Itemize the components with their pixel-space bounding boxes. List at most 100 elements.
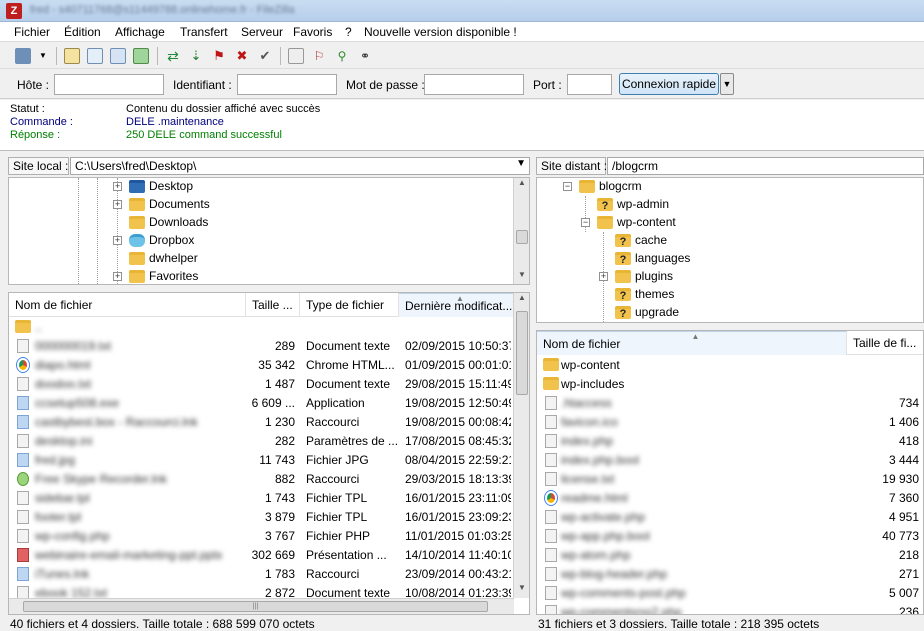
table-row[interactable]: wp-config.php 3 767 Fichier PHP 11/01/2015 … — [9, 527, 514, 546]
toggle-remote-tree-icon[interactable] — [110, 48, 126, 64]
table-row[interactable]: index.php.bool 3 444 — [537, 451, 923, 470]
table-row[interactable]: wp-commentsrss2.php 236 — [537, 603, 923, 614]
toggle-local-tree-icon[interactable] — [87, 48, 103, 64]
table-row[interactable]: wp-content — [537, 356, 923, 375]
table-row[interactable]: Free Skype Recorder.lnk 882 Raccourci 29/03… — [9, 470, 514, 489]
password-input[interactable] — [424, 74, 524, 95]
menu-fichier[interactable]: Fichier — [14, 25, 50, 39]
cancel-icon[interactable]: ⚑ — [211, 48, 227, 64]
remote-tree-item[interactable]: − wp-content — [537, 214, 923, 232]
table-row[interactable]: wp-atom.php 218 — [537, 546, 923, 565]
remote-tree-item[interactable]: ? languages — [537, 250, 923, 268]
column-header-filename[interactable]: Nom de fichier — [9, 293, 246, 317]
menu-serveur[interactable]: Serveur — [241, 25, 283, 39]
remote-tree-item[interactable]: ? wp-admin — [537, 196, 923, 214]
list-item-parent[interactable]: .. — [9, 318, 514, 337]
menu-new-version[interactable]: Nouvelle version disponible ! — [364, 25, 517, 39]
quickconnect-button[interactable]: Connexion rapide — [619, 73, 719, 95]
scroll-up-icon[interactable]: ▲ — [514, 293, 529, 307]
local-list-scrollbar[interactable]: ▲ ▼ — [513, 293, 529, 598]
expand-icon[interactable]: + — [113, 272, 122, 281]
column-header-modified[interactable]: ▲ Dernière modificat... — [399, 293, 514, 317]
scroll-down-icon[interactable]: ▼ — [514, 270, 529, 284]
column-header-size[interactable]: Taille de fi... — [847, 331, 923, 355]
local-tree-item-favorites[interactable]: + Favorites — [9, 268, 514, 284]
chevron-down-icon[interactable]: ▼ — [516, 158, 526, 169]
local-tree-item-dwhelper[interactable]: dwhelper — [9, 250, 514, 268]
scroll-up-icon[interactable]: ▲ — [514, 178, 529, 192]
collapse-icon[interactable]: − — [563, 182, 572, 191]
table-row[interactable]: sidebar.tpl 1 743 Fichier TPL 16/01/2015 23… — [9, 489, 514, 508]
column-header-size[interactable]: Taille ... — [246, 293, 300, 317]
table-row[interactable]: favicon.ico 1 406 — [537, 413, 923, 432]
directory-listing-filter-icon[interactable] — [288, 48, 304, 64]
toggle-log-icon[interactable] — [64, 48, 80, 64]
scroll-down-icon[interactable]: ▼ — [514, 583, 529, 597]
process-queue-icon[interactable]: ⇣ — [188, 48, 204, 64]
table-row[interactable]: 000000019.txt 289 Document texte 02/09/2015… — [9, 337, 514, 356]
remote-tree-item[interactable]: + plugins — [537, 268, 923, 286]
table-row[interactable]: iTunes.lnk 1 783 Raccourci 23/09/2014 00:43… — [9, 565, 514, 584]
expand-icon[interactable]: + — [113, 182, 122, 191]
remote-path-combo[interactable]: /blogcrm — [607, 157, 924, 175]
column-header-type[interactable]: Type de fichier — [300, 293, 399, 317]
expand-icon[interactable]: + — [599, 272, 608, 281]
host-input[interactable] — [54, 74, 164, 95]
scrollbar-thumb[interactable] — [516, 230, 528, 244]
menu-affichage[interactable]: Affichage — [115, 25, 165, 39]
menu-edition[interactable]: Édition — [64, 25, 101, 39]
menu-favoris[interactable]: Favoris — [293, 25, 332, 39]
port-input[interactable] — [567, 74, 612, 95]
site-manager-icon[interactable] — [15, 48, 31, 64]
toggle-queue-icon[interactable] — [133, 48, 149, 64]
table-row[interactable]: index.php 418 — [537, 432, 923, 451]
table-row[interactable]: diapo.html 35 342 Chrome HTML... 01/09/2015… — [9, 356, 514, 375]
table-row[interactable]: webinaire-email-marketing-ppt.pptx 302 66… — [9, 546, 514, 565]
menu-transfert[interactable]: Transfert — [180, 25, 228, 39]
table-row[interactable]: wp-includes — [537, 375, 923, 394]
quickconnect-dropdown-icon[interactable]: ▼ — [720, 73, 734, 95]
reconnect-icon[interactable]: ✔ — [257, 48, 273, 64]
remote-tree-item[interactable]: − blogcrm — [537, 178, 923, 196]
disconnect-icon[interactable]: ✖ — [234, 48, 250, 64]
user-input[interactable] — [237, 74, 337, 95]
remote-tree-item[interactable]: ? upgrade — [537, 304, 923, 322]
remote-tree-item[interactable]: ? themes — [537, 286, 923, 304]
table-row[interactable]: license.txt 19 930 — [537, 470, 923, 489]
table-row[interactable]: desktop.ini 282 Paramètres de ... 17/08/201… — [9, 432, 514, 451]
file-name: iTunes.lnk — [35, 567, 90, 581]
table-row[interactable]: wp-app.php.bool 40 773 — [537, 527, 923, 546]
search-files-icon[interactable]: ⚭ — [357, 48, 373, 64]
table-row[interactable]: doodoo.txt 1 487 Document texte 29/08/2015 … — [9, 375, 514, 394]
remote-tree-item[interactable]: ? cache — [537, 232, 923, 250]
table-row[interactable]: wp-activate.php 4 951 — [537, 508, 923, 527]
local-tree-item-downloads[interactable]: Downloads — [9, 214, 514, 232]
dropdown-arrow-icon[interactable]: ▼ — [38, 48, 48, 64]
local-path-combo[interactable]: C:\Users\fred\Desktop\ ▼ — [70, 157, 530, 175]
local-tree-item-desktop[interactable]: + Desktop — [9, 178, 514, 196]
table-row[interactable]: wp-blog-header.php 271 — [537, 565, 923, 584]
unknown-folder-icon: ? — [615, 234, 631, 248]
local-tree-scrollbar[interactable]: ▲ ▼ — [513, 178, 529, 284]
column-header-filename[interactable]: ▲ Nom de fichier — [537, 331, 847, 355]
sync-browsing-icon[interactable]: ⚲ — [334, 48, 350, 64]
file-name: webinaire-email-marketing-ppt.pptx — [35, 548, 223, 562]
compare-directories-icon[interactable]: ⚐ — [311, 48, 327, 64]
local-tree-item-documents[interactable]: + Documents — [9, 196, 514, 214]
table-row[interactable]: fred.jpg 11 743 Fichier JPG 08/04/2015 22:5… — [9, 451, 514, 470]
table-row[interactable]: castbybest.box - Raccourci.lnk 1 230 Racco… — [9, 413, 514, 432]
collapse-icon[interactable]: − — [581, 218, 590, 227]
table-row[interactable]: .htaccess 734 — [537, 394, 923, 413]
expand-icon[interactable]: + — [113, 236, 122, 245]
refresh-icon[interactable]: ⇄ — [165, 48, 181, 64]
menu-help[interactable]: ? — [345, 25, 352, 39]
local-list-hscrollbar[interactable]: ||| — [9, 598, 514, 614]
scrollbar-thumb[interactable] — [516, 311, 528, 395]
table-row[interactable]: ccsetup508.exe 6 609 ... Application 19/08/… — [9, 394, 514, 413]
hscrollbar-thumb[interactable]: ||| — [23, 601, 488, 612]
table-row[interactable]: wp-comments-post.php 5 007 — [537, 584, 923, 603]
table-row[interactable]: readme.html 7 360 — [537, 489, 923, 508]
local-tree-item-dropbox[interactable]: + Dropbox — [9, 232, 514, 250]
table-row[interactable]: footer.tpl 3 879 Fichier TPL 16/01/2015 23:… — [9, 508, 514, 527]
expand-icon[interactable]: + — [113, 200, 122, 209]
